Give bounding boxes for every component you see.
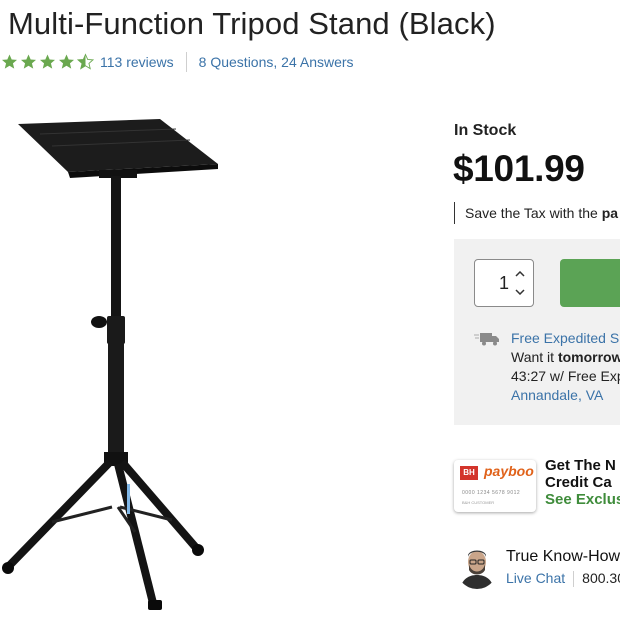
- free-expedited-shipping-link[interactable]: Free Expedited S: [511, 329, 620, 348]
- add-to-cart-button[interactable]: [560, 259, 620, 307]
- truck-icon: [474, 333, 499, 346]
- decrement-icon[interactable]: [514, 287, 526, 297]
- card-number: 0000 1234 5678 9012: [462, 490, 521, 496]
- see-exclusive-link[interactable]: See Exclus: [545, 491, 620, 508]
- tripod-stand-image[interactable]: [0, 112, 230, 624]
- order-timer: 43:27 w/ Free Exp: [511, 368, 620, 384]
- payboo-headline-1: Get The N: [545, 457, 616, 474]
- payboo-promo-text: Get The N Credit Ca See Exclus: [545, 457, 620, 508]
- delivery-estimate: Want it tomorrow: [511, 348, 620, 367]
- save-tax-text: Save the Tax with the: [465, 205, 598, 221]
- avatar: [456, 545, 498, 589]
- star-icon: [2, 54, 17, 69]
- buy-box: 1 Free Expedited S Want it tomorrow 43:2…: [454, 239, 620, 425]
- bh-logo: BH: [460, 466, 478, 480]
- card-name: B&H CUSTOMER: [462, 500, 495, 505]
- save-tax-banner[interactable]: Save the Tax with the pa: [454, 202, 618, 224]
- quantity-value[interactable]: 1: [499, 273, 509, 294]
- divider: [573, 571, 575, 588]
- want-it-text: Want it: [511, 349, 558, 365]
- expert-help: True Know-How Live Chat 800.30: [454, 543, 620, 593]
- location-link[interactable]: Annandale, VA: [511, 386, 620, 405]
- divider: [185, 52, 187, 72]
- payboo-card-image: BH payboo 0000 1234 5678 9012 B&H CUSTOM…: [454, 460, 536, 512]
- star-rating[interactable]: [0, 53, 95, 71]
- phone-number[interactable]: 800.30: [582, 570, 620, 586]
- star-icon: [40, 54, 55, 69]
- quantity-stepper[interactable]: 1: [474, 259, 534, 307]
- delivery-day: tomorrow: [557, 349, 620, 365]
- questions-answers-link[interactable]: 8 Questions, 24 Answers: [199, 54, 354, 70]
- rating-row: 113 reviews 8 Questions, 24 Answers: [0, 52, 354, 72]
- half-star-icon: [76, 53, 95, 70]
- increment-icon[interactable]: [514, 269, 526, 279]
- star-icon: [59, 54, 74, 69]
- expert-title: True Know-How: [506, 548, 620, 565]
- payboo-brand-text: pa: [601, 205, 619, 221]
- payboo-promo[interactable]: BH payboo 0000 1234 5678 9012 B&H CUSTOM…: [454, 455, 620, 515]
- product-title: Multi-Function Tripod Stand (Black): [8, 6, 496, 41]
- expert-contact-row: Live Chat 800.30: [506, 570, 620, 588]
- star-icon: [21, 54, 36, 69]
- stock-status: In Stock: [454, 122, 517, 139]
- reviews-link[interactable]: 113 reviews: [100, 54, 174, 70]
- live-chat-link[interactable]: Live Chat: [506, 570, 565, 586]
- price: $101.99: [453, 148, 585, 189]
- payboo-logo: payboo: [484, 463, 534, 479]
- payboo-headline-2: Credit Ca: [545, 474, 612, 491]
